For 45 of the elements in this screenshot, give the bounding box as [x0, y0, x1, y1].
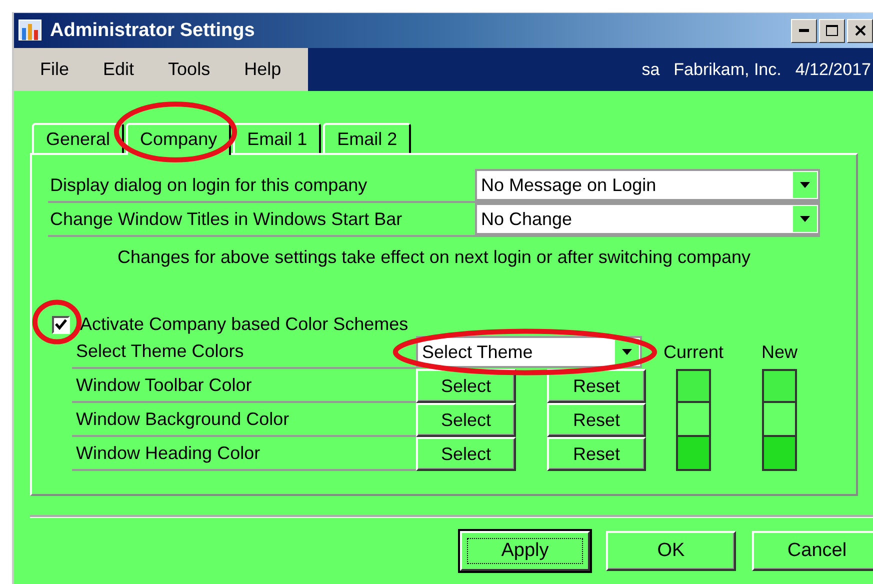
close-button[interactable] — [847, 18, 873, 42]
note-text: Changes for above settings take effect on next login or after switching company — [116, 247, 752, 268]
color-label: Window Heading Color — [72, 437, 416, 471]
session-date: 4/12/2017 — [795, 60, 871, 80]
user-name: sa — [642, 60, 660, 80]
window-title: Administrator Settings — [50, 20, 256, 42]
close-icon — [854, 25, 866, 36]
minimize-icon — [799, 29, 809, 32]
checkbox[interactable] — [52, 316, 70, 334]
setting-label: Change Window Titles in Windows Start Bar — [49, 208, 404, 230]
tab[interactable]: Email 1 — [233, 123, 322, 153]
reset-button[interactable]: Reset — [547, 403, 646, 437]
tab[interactable]: General — [32, 123, 124, 153]
setting-label: Display dialog on login for this company — [49, 174, 368, 196]
column-header: New — [762, 342, 798, 362]
minimize-button[interactable] — [791, 18, 817, 42]
select-button[interactable]: Select — [416, 403, 516, 437]
column-header: Current — [663, 342, 724, 362]
company-name: Fabrikam, Inc. — [674, 60, 782, 80]
dialog-button[interactable]: OK — [606, 531, 736, 571]
dialog-button[interactable]: Cancel — [752, 531, 873, 571]
app-icon — [18, 18, 44, 44]
checkmark-icon — [55, 319, 67, 330]
color-label: Window Toolbar Color — [72, 369, 416, 403]
dropdown-arrow-icon — [622, 349, 632, 355]
dialog-button[interactable]: Apply — [460, 531, 590, 571]
select-button[interactable]: Select — [416, 369, 516, 403]
dropdown[interactable]: No Message on Login — [475, 169, 820, 201]
theme-dropdown[interactable]: Select Theme — [416, 336, 642, 368]
tab[interactable]: Email 2 — [323, 123, 412, 153]
theme-label: Select Theme Colors — [72, 335, 416, 369]
menu-item[interactable]: File — [40, 59, 70, 80]
menu-item[interactable]: Tools — [168, 59, 210, 80]
menu-item[interactable]: Edit — [103, 59, 134, 80]
select-button[interactable]: Select — [416, 437, 516, 471]
reset-button[interactable]: Reset — [547, 437, 646, 471]
tab[interactable]: Company — [126, 123, 232, 155]
menu-item[interactable]: Help — [244, 59, 282, 80]
dropdown-arrow-icon — [800, 216, 810, 222]
color-label: Window Background Color — [72, 403, 416, 437]
maximize-icon — [826, 25, 838, 36]
reset-button[interactable]: Reset — [547, 369, 646, 403]
dropdown-arrow-icon — [800, 182, 810, 188]
dropdown[interactable]: No Change — [475, 203, 820, 235]
maximize-button[interactable] — [819, 18, 845, 42]
